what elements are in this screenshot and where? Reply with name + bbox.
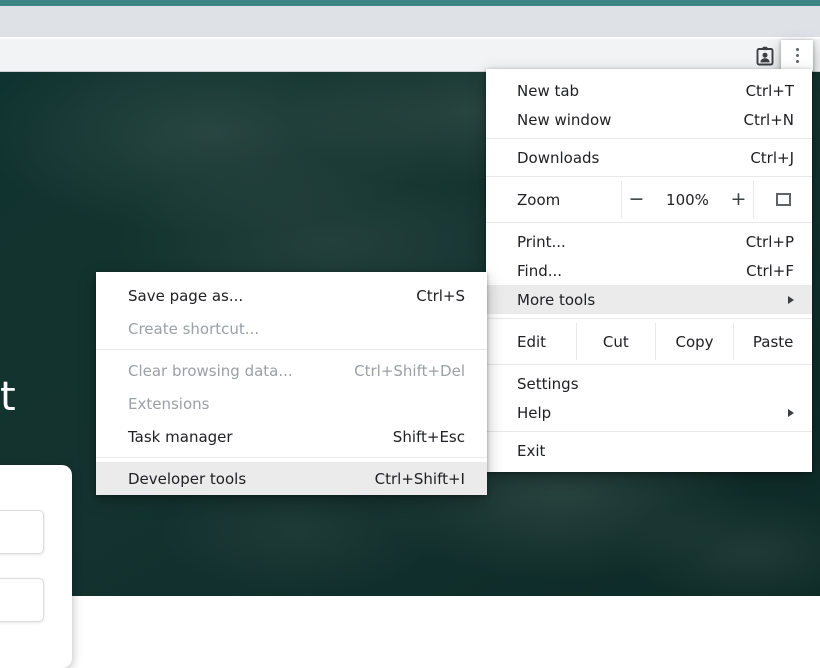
- menu-separator: [96, 349, 487, 350]
- fullscreen-button[interactable]: [754, 181, 812, 218]
- menu-item-print[interactable]: Print... Ctrl+P: [486, 227, 812, 256]
- menu-separator: [486, 222, 812, 223]
- menu-separator: [486, 176, 812, 177]
- menu-separator: [486, 318, 812, 319]
- zoom-label: Zoom: [517, 190, 561, 209]
- menu-item-shortcut: Ctrl+T: [745, 81, 794, 100]
- cut-button[interactable]: Cut: [576, 323, 655, 360]
- form-input-second[interactable]: [0, 578, 44, 622]
- submenu-item-create-shortcut: Create shortcut...: [96, 312, 487, 345]
- menu-item-more-tools[interactable]: More tools: [486, 285, 812, 314]
- menu-item-label: Extensions: [128, 394, 210, 413]
- zoom-controls: − 100% +: [621, 181, 754, 218]
- address-bar[interactable]: [0, 43, 744, 69]
- zoom-out-button[interactable]: −: [629, 190, 645, 209]
- submenu-item-task-manager[interactable]: Task manager Shift+Esc: [96, 420, 487, 453]
- menu-item-label: Task manager: [128, 427, 233, 446]
- menu-item-label: Print...: [517, 232, 566, 251]
- menu-item-label: New window: [517, 110, 612, 129]
- menu-item-label: New tab: [517, 81, 580, 100]
- menu-item-shortcut: Ctrl+F: [746, 261, 794, 280]
- menu-item-label: Settings: [517, 374, 579, 393]
- menu-item-shortcut: Ctrl+Shift+I: [374, 469, 465, 488]
- menu-item-exit[interactable]: Exit: [486, 436, 812, 465]
- menu-item-label: More tools: [517, 290, 596, 309]
- menu-item-shortcut: Ctrl+N: [743, 110, 794, 129]
- menu-item-new-tab[interactable]: New tab Ctrl+T: [486, 76, 812, 105]
- tab-strip[interactable]: [0, 6, 820, 37]
- menu-item-label: Clear browsing data...: [128, 361, 293, 380]
- menu-item-label: Exit: [517, 441, 546, 460]
- menu-item-find[interactable]: Find... Ctrl+F: [486, 256, 812, 285]
- menu-item-shortcut: Ctrl+Shift+Del: [354, 361, 465, 380]
- menu-separator: [96, 457, 487, 458]
- chrome-main-menu[interactable]: New tab Ctrl+T New window Ctrl+N Downloa…: [486, 69, 812, 472]
- submenu-item-save-page-as[interactable]: Save page as... Ctrl+S: [96, 279, 487, 312]
- menu-item-new-window[interactable]: New window Ctrl+N: [486, 105, 812, 134]
- paste-button[interactable]: Paste: [733, 323, 812, 360]
- menu-row-zoom: Zoom − 100% +: [486, 181, 812, 218]
- menu-item-label: Save page as...: [128, 286, 244, 305]
- chevron-right-icon: [788, 295, 794, 304]
- menu-row-edit: Edit Cut Copy Paste: [486, 323, 812, 360]
- copy-button[interactable]: Copy: [654, 323, 734, 360]
- menu-item-shortcut: Ctrl+J: [750, 148, 794, 167]
- menu-item-label: Developer tools: [128, 469, 247, 488]
- submenu-item-developer-tools[interactable]: Developer tools Ctrl+Shift+I: [96, 462, 487, 495]
- submenu-item-extensions: Extensions: [96, 387, 487, 420]
- page-title-fragment: t: [0, 374, 16, 420]
- menu-separator: [486, 138, 812, 139]
- form-input-first[interactable]: [0, 510, 44, 554]
- menu-separator: [486, 431, 812, 432]
- menu-separator: [486, 364, 812, 365]
- zoom-level-value: 100%: [666, 190, 709, 209]
- menu-item-label: Find...: [517, 261, 563, 280]
- chevron-right-icon: [788, 408, 794, 417]
- menu-item-downloads[interactable]: Downloads Ctrl+J: [486, 143, 812, 172]
- menu-item-label: Create shortcut...: [128, 319, 260, 338]
- three-dots-vertical-icon[interactable]: [781, 40, 813, 71]
- menu-item-shortcut: Shift+Esc: [392, 427, 465, 446]
- id-badge-icon[interactable]: [749, 40, 781, 71]
- zoom-in-button[interactable]: +: [731, 190, 747, 209]
- menu-item-settings[interactable]: Settings: [486, 369, 812, 398]
- edit-label: Edit: [517, 332, 547, 351]
- menu-item-shortcut: Ctrl+P: [745, 232, 794, 251]
- more-tools-submenu[interactable]: Save page as... Ctrl+S Create shortcut..…: [96, 272, 487, 495]
- submenu-item-clear-browsing-data: Clear browsing data... Ctrl+Shift+Del: [96, 354, 487, 387]
- menu-item-shortcut: Ctrl+S: [416, 286, 465, 305]
- menu-item-label: Help: [517, 403, 552, 422]
- login-card: [0, 465, 72, 668]
- menu-item-help[interactable]: Help: [486, 398, 812, 427]
- fullscreen-icon: [775, 193, 791, 206]
- menu-item-label: Downloads: [517, 148, 600, 167]
